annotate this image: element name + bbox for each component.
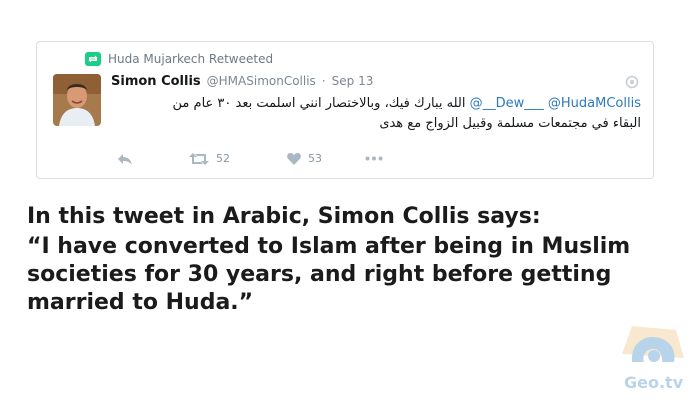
watermark-text: Geo.tv: [624, 373, 684, 392]
tweet-actions: 52 53: [117, 152, 383, 165]
tweet-text: @HudaMCollis @__Dew___ الله يبارك فيك، و…: [111, 94, 641, 134]
reply-button[interactable]: [117, 153, 189, 165]
retweet-button[interactable]: 52: [189, 152, 287, 165]
tweet-date[interactable]: Sep 13: [332, 74, 374, 88]
retweet-indicator-icon: [85, 52, 101, 66]
caption: In this tweet in Arabic, Simon Collis sa…: [27, 203, 677, 317]
retweet-icon: [189, 152, 209, 165]
more-button[interactable]: [365, 156, 383, 161]
arabic-text-2: البقاء في مجتمعات مسلمة وقبيل الزواج مع …: [379, 116, 641, 131]
caption-quote: “I have converted to Islam after being i…: [27, 234, 631, 315]
retweet-context: Huda Mujarkech Retweeted: [85, 52, 273, 66]
geo-logo-icon: [622, 326, 684, 362]
tweet-card[interactable]: Huda Mujarkech Retweeted Simon Collis @H…: [36, 41, 654, 179]
tweet-header: Simon Collis @HMASimonCollis · Sep 13: [111, 74, 623, 89]
heart-icon: [287, 153, 301, 165]
reply-icon: [118, 153, 132, 165]
retweet-count: 52: [216, 152, 230, 165]
geo-tv-watermark: Geo.tv: [618, 318, 690, 394]
tweet-text-line-1: @HudaMCollis @__Dew___ الله يبارك فيك، و…: [111, 94, 641, 114]
caption-intro: In this tweet in Arabic, Simon Collis sa…: [27, 204, 541, 229]
retweet-label[interactable]: Huda Mujarkech Retweeted: [108, 52, 273, 66]
separator: ·: [321, 74, 326, 88]
settings-gear-icon[interactable]: [625, 75, 639, 89]
avatar[interactable]: [53, 74, 101, 126]
mention-dew[interactable]: @__Dew___: [470, 96, 544, 111]
arabic-text-1: الله يبارك فيك، وبالاختصار انني اسلمت بع…: [172, 96, 466, 111]
mention-huda[interactable]: @HudaMCollis: [548, 96, 641, 111]
like-count: 53: [308, 152, 322, 165]
user-handle[interactable]: @HMASimonCollis: [207, 74, 316, 88]
tweet-text-line-2: البقاء في مجتمعات مسلمة وقبيل الزواج مع …: [111, 114, 641, 134]
like-button[interactable]: 53: [287, 152, 365, 165]
display-name[interactable]: Simon Collis: [111, 74, 201, 89]
more-icon: [365, 156, 383, 161]
